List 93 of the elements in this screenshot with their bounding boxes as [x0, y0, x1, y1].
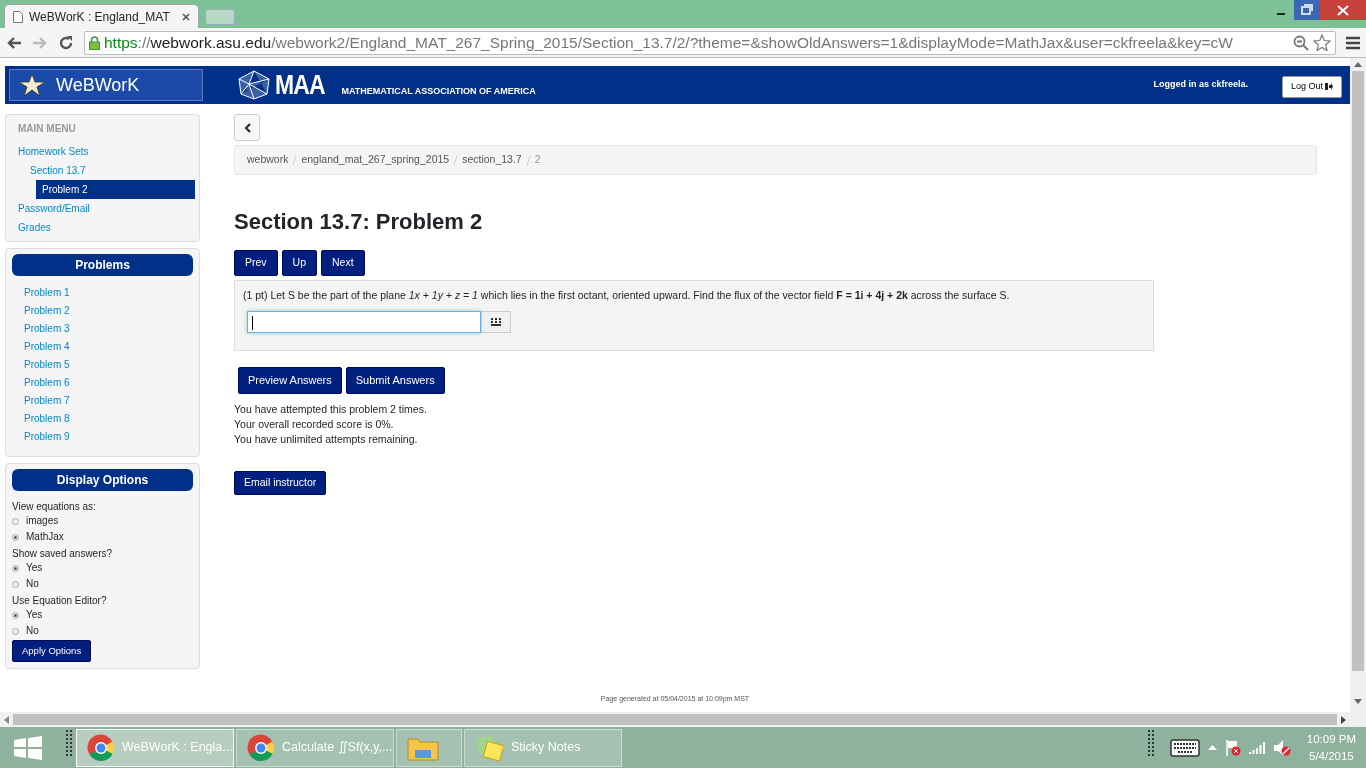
radio-label: images	[26, 515, 59, 527]
clock-date[interactable]: 5/4/2015	[1306, 747, 1356, 765]
flag-error-icon[interactable]	[1224, 738, 1241, 757]
answer-button[interactable]: Submit Answers	[345, 367, 445, 394]
apply-options-button[interactable]: Apply Options	[12, 640, 92, 663]
menu-link[interactable]: Problem 2	[36, 180, 195, 199]
nav-button[interactable]: Next	[321, 249, 365, 276]
slash-icon	[292, 155, 298, 165]
radio-label: MathJax	[26, 531, 64, 543]
text-cursor-icon	[252, 316, 254, 331]
scrollbar-thumb[interactable]	[1352, 71, 1364, 671]
panel-heading: Problems	[12, 254, 193, 276]
address-bar[interactable]: https://webwork.asu.edu/webwork2/England_MAT_267_Spring_2015/Section_13.7/2/?theme=&showOldAnswers=1&displayMode=MathJax&user=ckfreela&key=cW	[84, 30, 1336, 55]
scrollbar-thumb[interactable]	[13, 714, 1337, 725]
taskbar-button[interactable]: Sticky Notes	[464, 728, 622, 767]
problem-link[interactable]: Problem 7	[12, 392, 193, 410]
zoom-icon[interactable]	[1293, 34, 1309, 51]
radio-button[interactable]	[12, 533, 19, 541]
close-icon[interactable]	[182, 12, 190, 21]
sticky-notes-icon	[475, 734, 503, 761]
equation-editor-button[interactable]	[481, 311, 511, 334]
grid-icon	[491, 318, 501, 327]
problem-link[interactable]: Problem 2	[12, 302, 193, 320]
restore-icon[interactable]	[1294, 0, 1320, 20]
panel-heading: Display Options	[12, 469, 193, 491]
problem-statement: (1 pt) Let S be the part of the plane 1x + 1y + z = 1 which lies in the first octant, oriented upward. Find the flux of the vector field F = 1i + 4j + 2k across the surface S.	[243, 287, 1011, 303]
breadcrumb-link[interactable]: section_13.7	[462, 152, 522, 168]
padlock-icon	[89, 35, 100, 50]
polyhedron-logo-icon	[237, 70, 271, 100]
scroll-down-icon[interactable]	[1354, 699, 1362, 704]
logout-button[interactable]: Log Out	[1281, 76, 1342, 98]
radio-label: Yes	[26, 609, 43, 621]
browser-tab[interactable]: WeBWorK : England_MAT	[4, 4, 199, 28]
problem-link[interactable]: Problem 3	[12, 320, 193, 338]
breadcrumb-current: 2	[534, 152, 541, 167]
chrome-icon	[247, 734, 274, 761]
menu-link[interactable]: Grades	[12, 218, 171, 237]
close-icon[interactable]	[1320, 0, 1366, 20]
slash-icon	[525, 155, 531, 165]
radio-label: No	[26, 578, 39, 590]
nav-button[interactable]: Prev	[234, 249, 278, 276]
answer-button[interactable]: Preview Answers	[238, 367, 342, 394]
radio-button[interactable]	[12, 564, 19, 572]
star-logo-icon	[18, 73, 46, 97]
radio-button[interactable]	[12, 580, 19, 588]
menu-link[interactable]: Password/Email	[12, 199, 171, 218]
scroll-right-icon[interactable]	[1341, 715, 1346, 724]
problem-link[interactable]: Problem 9	[12, 428, 193, 446]
menu-heading: MAIN MENU	[17, 122, 77, 136]
radio-label: Yes	[26, 562, 43, 574]
email-instructor-button[interactable]: Email instructor	[234, 470, 327, 495]
option-label: Use Equation Editor?	[12, 594, 108, 608]
keyboard-icon[interactable]	[1169, 738, 1200, 757]
scroll-up-icon[interactable]	[1354, 62, 1362, 67]
radio-button[interactable]	[12, 517, 19, 525]
maa-logo-text: MAA	[275, 68, 325, 102]
scroll-left-icon[interactable]	[4, 715, 9, 724]
status-message: You have attempted this problem 2 times.	[234, 401, 428, 417]
radio-label: No	[26, 625, 39, 637]
reload-icon[interactable]	[58, 34, 74, 51]
logout-icon	[1325, 83, 1333, 91]
back-button[interactable]	[234, 114, 260, 141]
problem-link[interactable]: Problem 1	[12, 284, 193, 302]
option-label: View equations as:	[12, 500, 97, 514]
menu-icon[interactable]	[1346, 35, 1360, 50]
star-icon[interactable]	[1313, 34, 1331, 51]
menu-link[interactable]: Homework Sets	[12, 142, 171, 161]
breadcrumb-link[interactable]: england_mat_267_spring_2015	[301, 152, 450, 168]
page-icon	[13, 10, 23, 23]
problem-link[interactable]: Problem 5	[12, 356, 193, 374]
chevron-left-icon	[243, 122, 251, 133]
taskbar-button[interactable]: Calculate ∬Sf(x,y,...	[236, 728, 394, 767]
radio-button[interactable]	[12, 627, 19, 635]
nav-button[interactable]: Up	[281, 249, 318, 276]
clock-time[interactable]: 10:09 PM	[1306, 730, 1356, 748]
status-message: Your overall recorded score is 0%.	[234, 416, 395, 432]
page-heading: Section 13.7: Problem 2	[234, 207, 484, 236]
speaker-muted-icon[interactable]	[1272, 738, 1291, 757]
login-status: Logged in as ckfreela.	[1153, 78, 1248, 92]
option-label: Show saved answers?	[12, 547, 114, 561]
problem-link[interactable]: Problem 8	[12, 410, 193, 428]
menu-link[interactable]: Section 13.7	[24, 161, 183, 180]
breadcrumb-link[interactable]: webwork	[247, 152, 289, 168]
organization-name: MATHEMATICAL ASSOCIATION OF AMERICA	[341, 84, 536, 98]
slash-icon	[453, 155, 459, 165]
problem-link[interactable]: Problem 4	[12, 338, 193, 356]
chrome-icon	[87, 734, 114, 761]
radio-button[interactable]	[12, 611, 19, 619]
webwork-logo[interactable]: WeBWorK	[9, 69, 203, 101]
problem-link[interactable]: Problem 6	[12, 374, 193, 392]
status-message: You have unlimited attempts remaining.	[234, 431, 419, 447]
answer-field[interactable]	[247, 311, 481, 334]
back-arrow-icon[interactable]	[6, 35, 22, 50]
